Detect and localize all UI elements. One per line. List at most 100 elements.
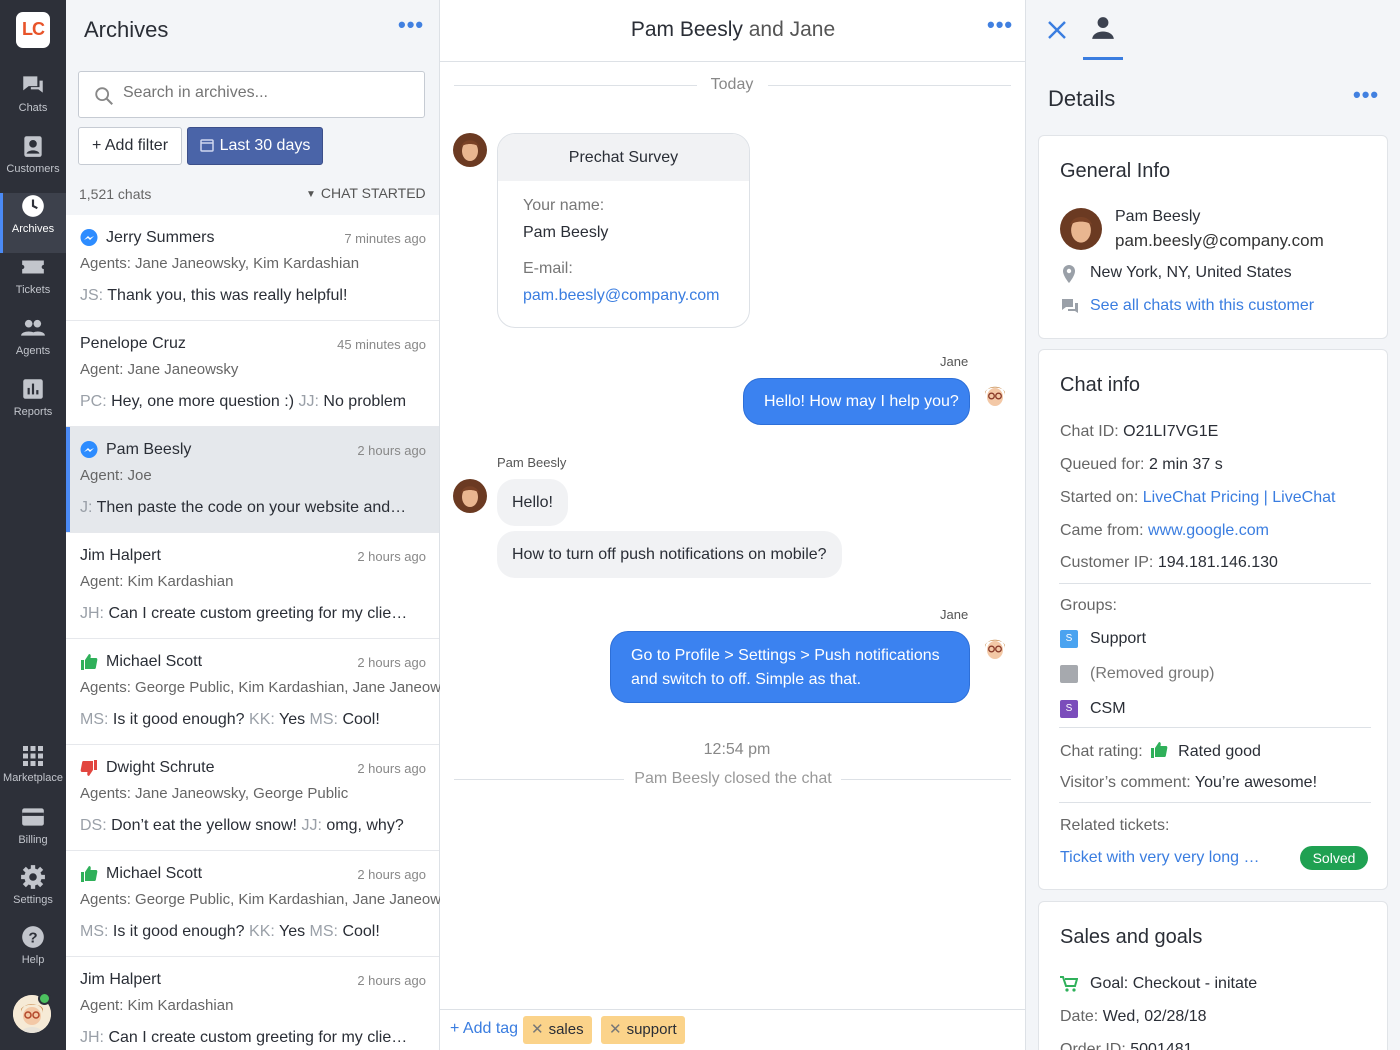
chat-list-item[interactable]: Jerry Summers 7 minutes ago Agents: Jane J… bbox=[66, 215, 439, 321]
nav-agents[interactable]: Agents bbox=[0, 315, 66, 375]
customer-name: Jim Halpert bbox=[80, 971, 161, 988]
message-line: Go to Profile > Settings > Push notifica… bbox=[631, 647, 940, 664]
add-tag-button[interactable]: + Add tag bbox=[450, 1020, 518, 1038]
sort-dropdown[interactable]: ▼ CHAT STARTED bbox=[306, 185, 426, 201]
customer-ip: 194.181.146.130 bbox=[1157, 554, 1278, 571]
field-label: Order ID: bbox=[1060, 1041, 1126, 1050]
chat-list-item[interactable]: Dwight Schrute 2 hours ago Agents: Jane Ja… bbox=[66, 745, 439, 851]
nav-help[interactable]: ? Help bbox=[0, 924, 66, 984]
nav-chats[interactable]: Chats bbox=[0, 72, 66, 132]
field-label: Chat rating: bbox=[1060, 743, 1143, 760]
customer-name: Michael Scott bbox=[106, 865, 203, 882]
nav-tickets[interactable]: Tickets bbox=[0, 254, 66, 314]
see-all-chats-link[interactable]: See all chats with this customer bbox=[1090, 297, 1314, 315]
thumb-up-icon bbox=[1151, 742, 1168, 758]
tab-customer[interactable] bbox=[1083, 0, 1123, 60]
group-name: CSM bbox=[1090, 700, 1126, 717]
customer-message: Hello! bbox=[497, 479, 568, 526]
chat-list-item[interactable]: Pam Beesly 2 hours ago Agent: Joe J: Then p… bbox=[66, 427, 439, 533]
agent-message: Go to Profile > Settings > Push notifica… bbox=[610, 631, 970, 703]
last-message: JH: Can I create custom greeting for my … bbox=[80, 605, 410, 623]
search-box[interactable] bbox=[78, 71, 425, 118]
customer-name: Dwight Schrute bbox=[106, 759, 215, 776]
nav-billing[interactable]: Billing bbox=[0, 804, 66, 864]
nav-reports[interactable]: Reports bbox=[0, 376, 66, 436]
customer-name: Pam Beesly bbox=[1115, 208, 1201, 225]
add-filter-button[interactable]: + Add filter bbox=[78, 127, 182, 165]
nav-label: Customers bbox=[6, 163, 60, 175]
details-menu-button[interactable]: ••• bbox=[1353, 82, 1379, 108]
chat-menu-button[interactable]: ••• bbox=[987, 12, 1013, 38]
chat-title-customer: Pam Beesly bbox=[630, 18, 743, 41]
message-text: Don’t eat the yellow snow! bbox=[111, 817, 297, 834]
last-message: DS: Don’t eat the yellow snow! JJ: omg, … bbox=[80, 817, 410, 835]
survey-email-link[interactable]: pam.beesly@company.com bbox=[523, 287, 719, 305]
remove-tag-icon[interactable]: ✕ bbox=[531, 1021, 544, 1038]
message-author: PC: bbox=[80, 393, 107, 410]
survey-title: Prechat Survey bbox=[498, 134, 749, 181]
chat-list-item[interactable]: Michael Scott 2 hours ago Agents: George P… bbox=[66, 639, 464, 745]
chat-agents: Agents: George Public, Kim Kardashian, J… bbox=[80, 891, 464, 908]
chat-list-item[interactable]: Michael Scott 2 hours ago Agents: George P… bbox=[66, 851, 464, 957]
started-on-link[interactable]: LiveChat Pricing | LiveChat bbox=[1143, 489, 1336, 506]
chat-time: 45 minutes ago bbox=[337, 337, 426, 352]
message-author: JH: bbox=[80, 605, 104, 622]
nav-archives[interactable]: Archives bbox=[0, 193, 66, 253]
details-title: Details bbox=[1048, 86, 1116, 111]
caret-down-icon: ▼ bbox=[306, 189, 316, 200]
thumb-up-icon bbox=[81, 654, 98, 670]
card-title: General Info bbox=[1060, 160, 1171, 182]
svg-text:?: ? bbox=[28, 929, 37, 946]
nav-settings[interactable]: Settings bbox=[0, 864, 66, 924]
message-text: Then paste the code on your website and … bbox=[96, 499, 410, 516]
chat-info-card: Chat info Chat ID: O21LI7VG1E Queued for… bbox=[1038, 349, 1388, 890]
chat-time: 7 minutes ago bbox=[344, 231, 426, 246]
chat-time: 2 hours ago bbox=[357, 761, 426, 776]
channel-icon bbox=[80, 759, 98, 782]
nav-label: Reports bbox=[13, 406, 53, 418]
close-icon[interactable] bbox=[1046, 19, 1068, 41]
date-filter-label: Last 30 days bbox=[219, 137, 311, 154]
reports-icon bbox=[23, 379, 43, 399]
chat-list-item[interactable]: Jim Halpert 2 hours ago Agent: Kim Kardash… bbox=[66, 533, 439, 639]
search-input[interactable] bbox=[123, 84, 403, 102]
field-label: Came from: bbox=[1060, 522, 1144, 539]
message-author: KK: bbox=[249, 711, 275, 728]
archives-menu-button[interactable]: ••• bbox=[398, 12, 424, 38]
agents-icon bbox=[21, 319, 45, 336]
marketplace-icon bbox=[23, 746, 43, 766]
message-text: Can I create custom greeting for my clie… bbox=[108, 605, 410, 622]
group-badge bbox=[1060, 665, 1078, 683]
queued-value: 2 min 37 s bbox=[1148, 456, 1223, 473]
related-ticket-link[interactable]: Ticket with very very long name bbox=[1060, 849, 1265, 867]
field-label: Customer IP: bbox=[1060, 554, 1154, 571]
comment-row: Visitor’s comment: You’re awesome! bbox=[1060, 774, 1317, 792]
last-message: JH: Can I create custom greeting for my … bbox=[80, 1029, 410, 1047]
channel-icon bbox=[80, 653, 98, 676]
chat-agents: Agents: George Public, Kim Kardashian, J… bbox=[80, 679, 464, 696]
chat-id-row: Chat ID: O21LI7VG1E bbox=[1060, 423, 1218, 441]
survey-name-value: Pam Beesly bbox=[523, 224, 609, 241]
tag-chip[interactable]: ✕ support bbox=[601, 1016, 685, 1044]
online-status-dot bbox=[38, 992, 51, 1005]
customer-email: pam.beesly@company.com bbox=[1115, 231, 1324, 250]
nav-label: Billing bbox=[18, 834, 48, 846]
came-from-link[interactable]: www.google.com bbox=[1148, 522, 1269, 539]
last-message: MS: Is it good enough? KK: Yes MS: Cool! bbox=[80, 923, 410, 941]
channel-icon bbox=[80, 865, 98, 888]
last-message: J: Then paste the code on your website a… bbox=[80, 499, 410, 517]
tag-chip[interactable]: ✕ sales bbox=[523, 1016, 592, 1044]
divider bbox=[440, 1009, 1026, 1010]
chat-time: 2 hours ago bbox=[357, 549, 426, 564]
nav-marketplace[interactable]: Marketplace bbox=[0, 744, 66, 804]
customer-avatar bbox=[453, 133, 487, 167]
started-row: Started on: LiveChat Pricing | LiveChat bbox=[1060, 489, 1370, 507]
date-filter-button[interactable]: Last 30 days bbox=[187, 127, 323, 165]
panel-title: Archives bbox=[84, 17, 169, 42]
nav-customers[interactable]: Customers bbox=[0, 133, 66, 193]
tag-label: support bbox=[626, 1021, 677, 1038]
chat-list-item[interactable]: Penelope Cruz 45 minutes ago Agent: Jane J… bbox=[66, 321, 439, 427]
ip-row: Customer IP: 194.181.146.130 bbox=[1060, 554, 1278, 572]
remove-tag-icon[interactable]: ✕ bbox=[609, 1021, 622, 1038]
chat-list-item[interactable]: Jim Halpert 2 hours ago Agent: Kim Kardash… bbox=[66, 957, 439, 1050]
